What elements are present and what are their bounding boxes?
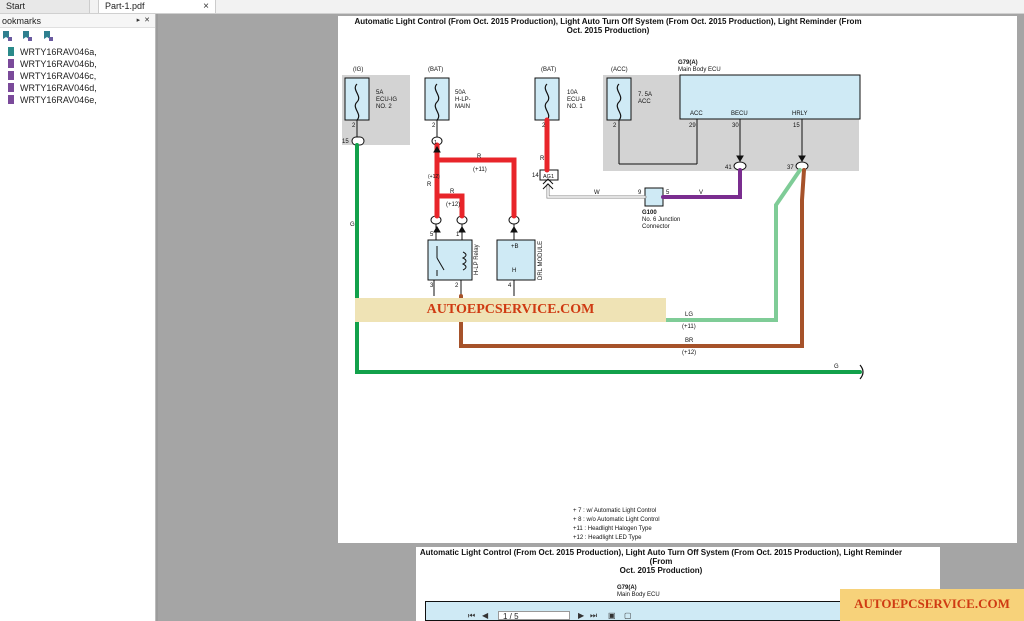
pin-num: 9: [638, 190, 642, 196]
wire-label: R: [450, 189, 455, 195]
fuse-ecub-rating: 10A: [567, 90, 578, 96]
next-page-icon[interactable]: ▶: [578, 611, 584, 621]
fuse-hlp-rating: 50A: [455, 90, 466, 96]
pin-num: 4: [508, 283, 512, 289]
page2-title: Automatic Light Control (From Oct. 2015 …: [416, 548, 906, 575]
fuse-ig-name: ECU-IG: [376, 97, 397, 103]
fuse-ecub-name: ECU-B: [567, 97, 586, 103]
last-page-icon[interactable]: ⏭: [590, 611, 597, 621]
fuse-ig-no: NO. 2: [376, 104, 392, 110]
connector-ag1-label: AG1: [543, 174, 554, 180]
page-navigation: ⏮ ◀ 1 / 5 ▶ ⏭ ▣ ▢: [462, 611, 642, 621]
bat2-label: (BAT): [541, 67, 556, 73]
pin-acc: ACC: [690, 111, 703, 117]
fuse-acc-name: ACC: [638, 99, 651, 105]
wire-label: (+12): [682, 350, 696, 356]
g100-junction-box: [644, 187, 664, 207]
g100-name: No. 6 Junction: [642, 217, 680, 223]
drl-pin-label: +B: [511, 244, 519, 250]
pin-num: 2: [432, 123, 436, 129]
ecu-id: G79(A): [678, 60, 698, 66]
legend-line: +11 : Headlight Halogen Type: [573, 526, 652, 532]
wire-label: R: [427, 182, 432, 188]
ecu-name: Main Body ECU: [678, 67, 721, 73]
page2-ecu-id: G79(A): [617, 585, 637, 591]
wire-label: R: [477, 154, 482, 160]
watermark-banner: AUTOEPCSERVICE.COM: [355, 298, 666, 322]
drl-pin-label: H: [512, 268, 516, 274]
legend-line: + 8 : w/o Automatic Light Control: [573, 517, 660, 523]
pin-becu: BECU: [731, 111, 748, 117]
wire-label: V: [699, 190, 703, 196]
acc-label: (ACC): [611, 67, 628, 73]
pin-num: 30: [732, 123, 739, 129]
wire-label: (+11): [473, 167, 487, 173]
relay-label: H-LP Relay: [474, 244, 480, 275]
pin-num: 41: [725, 165, 732, 171]
wire-label: G: [834, 364, 839, 370]
pin-num: 14: [532, 173, 539, 179]
legend-line: +12 : Headlight LED Type: [573, 535, 642, 541]
fuse-hlp-main: MAIN: [455, 104, 470, 110]
page2-title-line2: Oct. 2015 Production): [619, 566, 703, 575]
watermark-corner: AUTOEPCSERVICE.COM: [840, 589, 1024, 621]
pin-num: 3: [430, 283, 434, 289]
connector-label: 1: [434, 140, 437, 146]
main-body-ecu-box: [679, 74, 861, 120]
page2-ecu-label: G79(A) Main Body ECU: [617, 585, 660, 599]
page-number-input[interactable]: 1 / 5: [498, 611, 570, 621]
drl-module-label: DRL MODULE: [538, 241, 544, 280]
pin-num: 37: [787, 165, 794, 171]
pin-num: 1: [456, 232, 460, 238]
wire-label: (+12): [428, 174, 440, 180]
page2-title-line1: Automatic Light Control (From Oct. 2015 …: [419, 548, 903, 566]
wire-label: BR: [685, 338, 694, 344]
wire-label: W: [594, 190, 600, 196]
g100-label: G100: [642, 210, 657, 216]
wire-label: LG: [685, 312, 693, 318]
pin-num: 2: [455, 283, 459, 289]
wire-label: (+12): [446, 202, 460, 208]
fit-icon[interactable]: ▢: [624, 611, 632, 621]
fuse-hlp-name: H-LP-: [455, 97, 471, 103]
pin-num: 15: [342, 139, 349, 145]
fuse-ig-rating: 5A: [376, 90, 383, 96]
pin-num: 5: [430, 232, 434, 238]
wire-label: (+11): [682, 324, 696, 330]
pin-num: 15: [793, 123, 800, 129]
legend-line: + 7 : w/ Automatic Light Control: [573, 508, 657, 514]
wire-label: G: [350, 222, 355, 228]
view-icon[interactable]: ▣: [608, 611, 616, 621]
legend: + 7 : w/ Automatic Light Control + 8 : w…: [573, 507, 660, 543]
prev-page-icon[interactable]: ◀: [482, 611, 488, 621]
first-page-icon[interactable]: ⏮: [468, 611, 475, 621]
pin-num: 29: [689, 123, 696, 129]
ig-label: (IG): [353, 67, 363, 73]
g100-name: Connector: [642, 224, 670, 230]
wire-label: R: [540, 156, 545, 162]
pin-hrly: HRLY: [792, 111, 808, 117]
page2-ecu-name: Main Body ECU: [617, 592, 660, 598]
connector-37-icon: [795, 161, 809, 171]
light-green-wire: [664, 168, 802, 322]
bat1-label: (BAT): [428, 67, 443, 73]
fuse-ecub-no: NO. 1: [567, 104, 583, 110]
fuse-acc-rating: 7. 5A: [638, 92, 652, 98]
